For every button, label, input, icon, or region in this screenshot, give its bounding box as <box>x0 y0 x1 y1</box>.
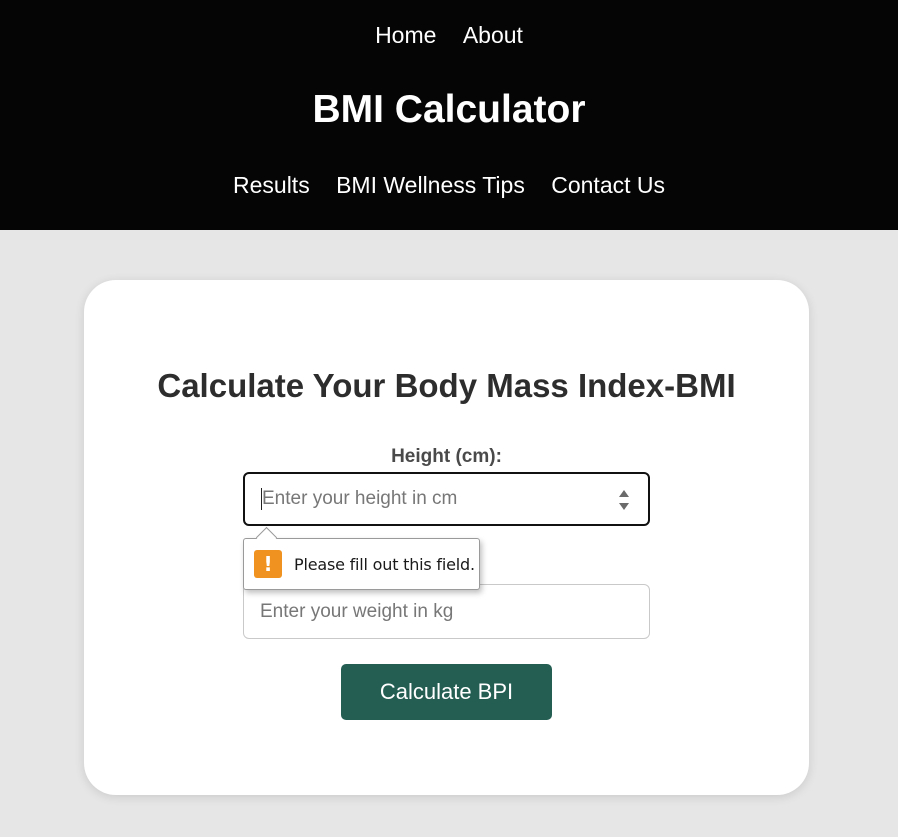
calculate-button[interactable]: Calculate BPI <box>341 664 552 720</box>
sub-nav: Results BMI Wellness Tips Contact Us <box>0 172 898 199</box>
nav-contact-link[interactable]: Contact Us <box>551 172 665 199</box>
height-label: Height (cm): <box>391 446 502 467</box>
weight-placeholder: Enter your weight in kg <box>260 600 454 622</box>
form-heading: Calculate Your Body Mass Index-BMI <box>157 367 736 404</box>
number-spinner[interactable] <box>618 489 630 511</box>
height-placeholder: Enter your height in cm <box>262 488 458 509</box>
height-input[interactable]: Enter your height in cm <box>243 472 650 526</box>
spinner-up-icon[interactable] <box>619 490 629 497</box>
nav-results-link[interactable]: Results <box>233 172 310 199</box>
nav-about-link[interactable]: About <box>463 22 523 49</box>
validation-message: Please fill out this field. <box>294 554 475 574</box>
site-title: BMI Calculator <box>312 88 586 131</box>
top-nav: Home About <box>0 22 898 49</box>
warning-icon: ! <box>254 550 282 578</box>
validation-tooltip: ! Please fill out this field. <box>243 526 480 590</box>
spinner-down-icon[interactable] <box>619 503 629 510</box>
nav-wellness-tips-link[interactable]: BMI Wellness Tips <box>336 172 525 199</box>
site-header: Home About BMI Calculator Results BMI We… <box>0 0 898 230</box>
nav-home-link[interactable]: Home <box>375 22 436 49</box>
weight-input[interactable]: Enter your weight in kg <box>243 584 650 639</box>
